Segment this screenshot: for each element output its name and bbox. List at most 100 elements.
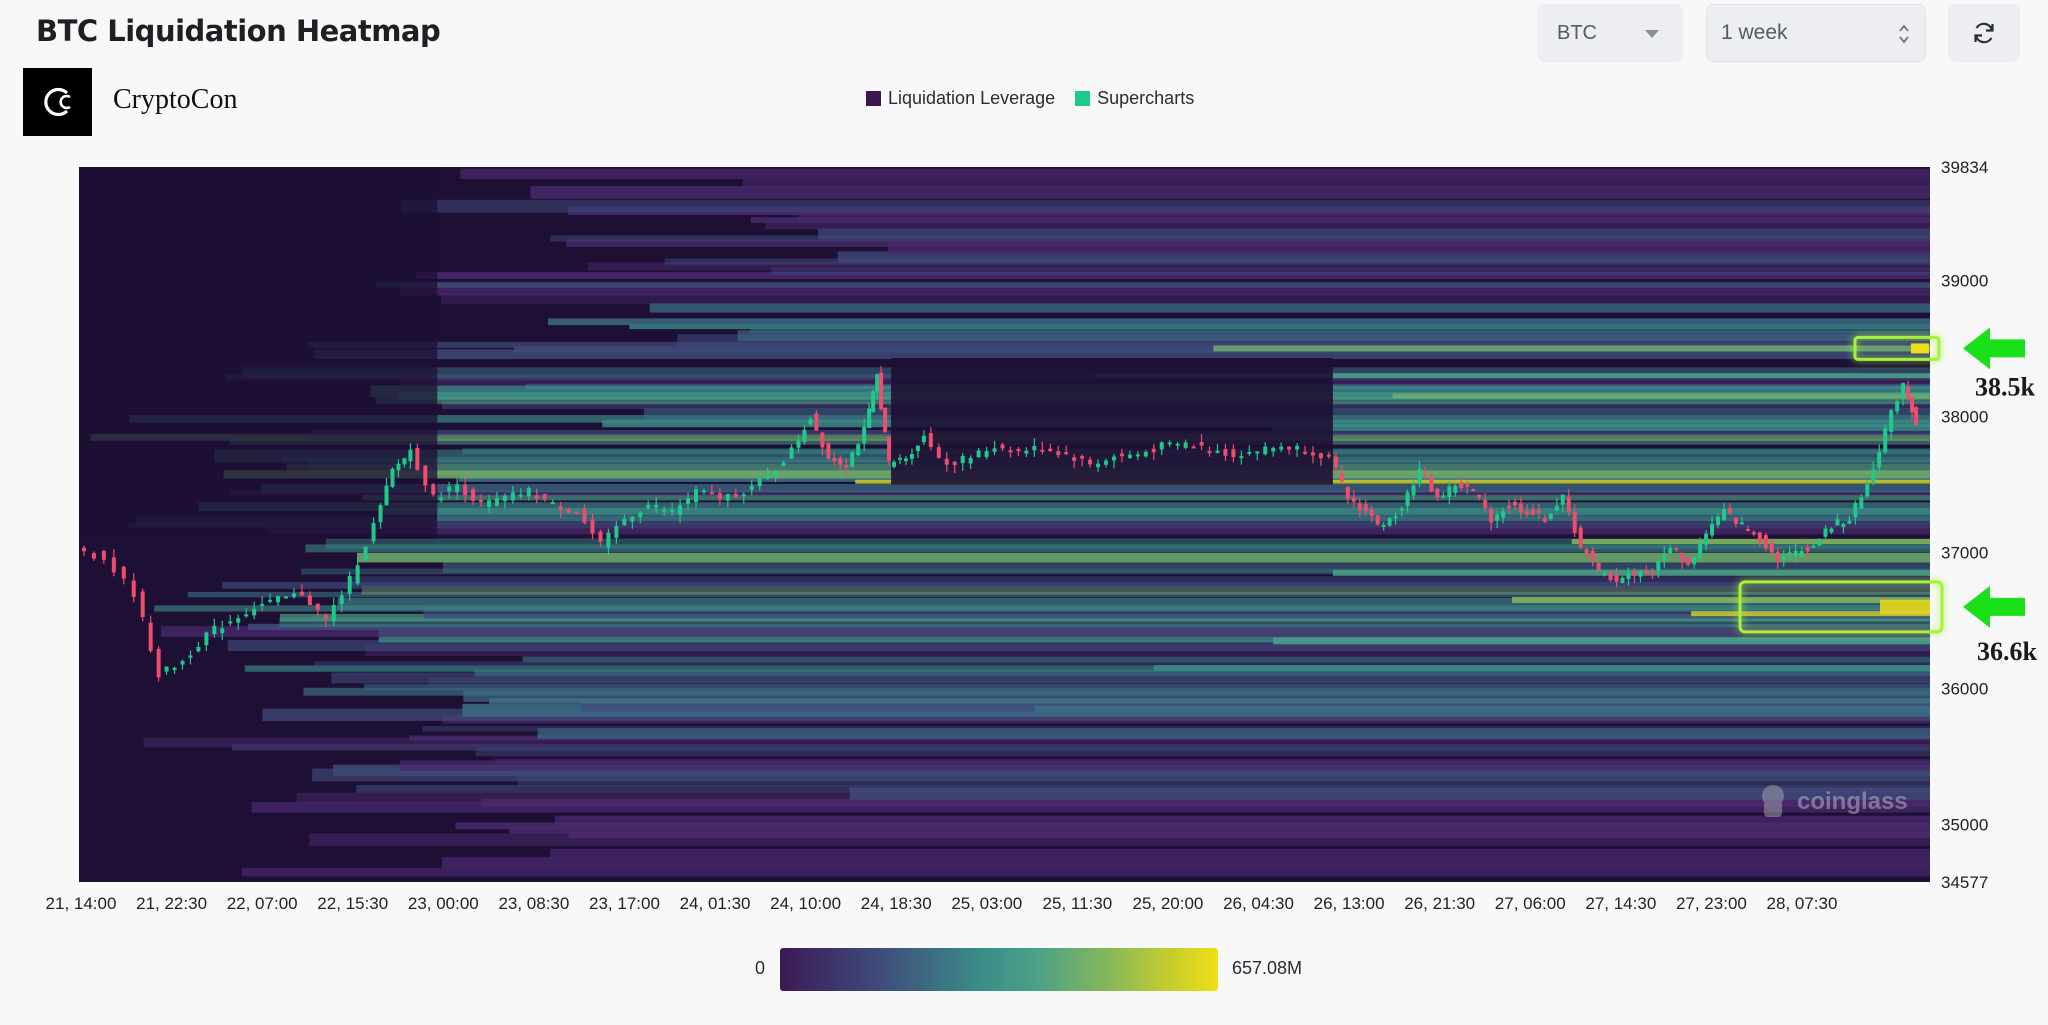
heatmap-band [260,483,1930,493]
candle-body [1024,450,1029,454]
candle-body [1453,485,1458,493]
candle-body [1644,571,1649,574]
candle-body [431,484,436,495]
candle-body [415,447,420,470]
y-tick-label: 34577 [1941,873,1988,892]
candle-body [694,489,698,502]
candle-body [614,525,619,538]
y-tick-label: 35000 [1941,815,1988,834]
x-axis: 21, 14:00 21, 22:30 22, 07:00 22, 15:30 23, … [46,894,1838,913]
candle-body [892,461,897,467]
candle-body [1311,452,1315,456]
y-tick-label: 38000 [1941,407,1988,426]
candle-body [1584,549,1589,554]
candle-body [1686,557,1691,565]
y-tick-label: 39834 [1941,158,1988,177]
candle-body [1572,511,1577,533]
heatmap-bands [79,167,1931,877]
heatmap-band [242,867,1930,877]
candle-body [1722,508,1727,521]
candle-body [630,516,635,522]
candle-body [1369,509,1374,516]
candle-body [984,451,989,458]
heatmap-band [460,168,1930,180]
watermark-text: coinglass [1797,788,1908,815]
candle-body [276,596,281,603]
candle-body [1417,468,1422,484]
candle-body [1231,449,1236,458]
colorbar-max-label: 657.08M [1232,958,1303,978]
candle-body [1435,488,1440,498]
liquidation-heatmap-chart[interactable]: 39834 39000 38000 37000 36000 35000 34577 21, … [0,0,2048,940]
candle-body [331,605,336,622]
candle-body [909,453,914,459]
candle-body [196,646,201,652]
candle-body [212,625,217,635]
heatmap-band [1512,597,1930,604]
candle-body [1423,474,1428,477]
candle-body [606,532,611,548]
candle-body [960,456,965,464]
candle-body [1865,484,1870,497]
candle-body [371,523,376,542]
candle-body [347,575,352,594]
heatmap-band [742,178,1930,188]
candle-body [1263,446,1268,455]
candle-body [1191,446,1196,449]
candle-body [944,458,949,465]
candle-body [1183,442,1188,448]
candle-body [1787,552,1792,555]
candle-body [534,495,539,499]
candle-body [510,492,515,501]
x-tick-label: 27, 14:30 [1585,894,1656,913]
candle-body [928,433,933,447]
candle-body [339,595,344,605]
heatmap-band [522,656,1930,663]
annotation-label: 38.5k [1975,372,2036,401]
candle-body [832,457,837,462]
candle-body [875,374,880,392]
candle-body [1239,456,1244,459]
x-tick-label: 27, 06:00 [1495,894,1566,913]
candle-body [1530,509,1535,515]
candle-body [903,458,908,462]
x-tick-label: 24, 10:00 [770,894,841,913]
candle-body [574,511,579,514]
candle-body [808,418,813,425]
candle-body [1841,523,1846,528]
candle-body [1507,505,1512,508]
candle-body [1441,495,1446,498]
x-tick-label: 22, 07:00 [227,894,298,913]
y-axis: 39834 39000 38000 37000 36000 35000 34577 [1941,158,1988,892]
heatmap-band [198,502,1931,512]
candle-body [526,488,531,497]
candle-body [1471,489,1476,492]
candle-body [1040,449,1045,452]
candle-body [363,546,368,560]
candle-body [1513,501,1518,506]
candle-body [1566,496,1571,512]
candle-body [1668,548,1673,554]
candle-body [1674,548,1679,551]
candle-body [856,444,861,456]
candle-body [1548,513,1553,519]
candle-body [455,484,460,493]
x-tick-label: 22, 15:30 [317,894,388,913]
colorbar-min-label: 0 [755,958,766,978]
candle-body [1279,446,1284,450]
candle-body [598,531,603,542]
candle-body [542,494,547,500]
candle-body [952,461,957,466]
candle-body [1215,450,1220,453]
candle-body [1578,527,1583,548]
heatmap-band [547,318,1930,326]
candle-body [1175,443,1180,446]
heatmap-band [1571,539,1930,545]
candle-body [1793,550,1798,557]
candle-body [1871,469,1876,483]
candle-body [1656,560,1661,570]
candle-body [1626,572,1631,580]
candle-body [1680,552,1685,563]
candle-body [558,506,563,511]
candle-body [654,504,659,508]
